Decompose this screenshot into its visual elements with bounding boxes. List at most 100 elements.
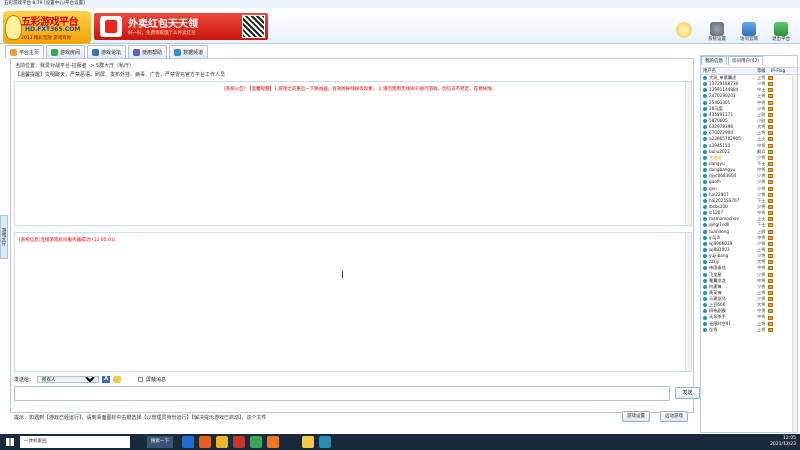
clock-date: 2021/12/23: [770, 442, 796, 447]
main-tabs: 平台主页 游戏房间 游戏论坛 使用帮助 数据频道: [5, 45, 209, 58]
banner-headline: 外卖红包天天领: [128, 19, 198, 30]
rank-badge-icon: [768, 137, 773, 142]
exit-button[interactable]: 退出平台: [768, 22, 794, 50]
app-icon[interactable]: [250, 436, 262, 448]
emoji-icon[interactable]: [113, 375, 122, 383]
vertical-tab-lobby[interactable]: 游戏大厅: [0, 215, 8, 259]
chat-messages-pane[interactable]: [系统公告] 【温馨提醒】1.游戏之前重启一下路由器，有效防掉线掉等现象。 2.…: [14, 81, 692, 226]
exit-icon: [774, 22, 788, 36]
app-logo: 五彩游戏平台 HD.FXT365.COM 2013 精彩无限 游戏有你: [3, 11, 91, 44]
user-list: 大风_单票翼虎 上将 13729188730 少将 13991144884 中士 24702…: [701, 75, 797, 333]
user-avatar-icon: [703, 327, 707, 332]
system-clock[interactable]: 12:05 2021/12/23: [770, 436, 796, 448]
tab-label: 平台主页: [19, 49, 40, 56]
tab-help[interactable]: 使用帮助: [128, 45, 168, 58]
app-icon[interactable]: [319, 436, 331, 448]
user-list-panel: 我的信息 房间用户(42) 用户名 等级 IP-Flag 大风_单票翼虎 上将 13…: [700, 55, 798, 433]
chat-scrollbar[interactable]: [685, 82, 691, 225]
rank-badge-icon: [768, 119, 773, 124]
app-icon[interactable]: [267, 436, 279, 448]
user-avatar-icon: [703, 106, 707, 111]
rank-badge-icon: [768, 217, 773, 222]
start-button[interactable]: [4, 436, 16, 448]
rank-badge-icon: [768, 155, 773, 160]
user-row[interactable]: 在线 上将: [701, 327, 797, 333]
homepage-label: 访问官网: [740, 37, 758, 42]
rank-badge-icon: [768, 260, 773, 265]
rank-badge-icon: [768, 254, 773, 259]
font-format-button[interactable]: A: [102, 375, 111, 383]
user-avatar-icon: [703, 211, 707, 216]
col-username[interactable]: 用户名: [701, 68, 757, 74]
user-level: 上将: [757, 326, 766, 332]
tab-my-info[interactable]: 我的信息: [701, 56, 727, 65]
mute-messages-label: 屏蔽消息: [146, 376, 167, 383]
settings-button[interactable]: 系统设置: [704, 22, 730, 50]
qr-code-icon: [242, 15, 265, 38]
taskbar-search[interactable]: 一体机家园: [20, 436, 130, 448]
app-icon[interactable]: [199, 436, 211, 448]
user-avatar-icon: [703, 162, 707, 167]
mute-messages-checkbox[interactable]: [138, 376, 144, 382]
game-settings-button[interactable]: 游戏设置: [622, 411, 650, 422]
rank-badge-icon: [768, 168, 773, 173]
rank-badge-icon: [768, 94, 773, 99]
user-avatar-icon: [703, 76, 707, 81]
user-avatar-icon: [703, 297, 707, 302]
send-to-select[interactable]: 所有人: [37, 375, 100, 383]
user-avatar-icon: [703, 192, 707, 197]
tab-game-rooms[interactable]: 游戏房间: [46, 45, 86, 58]
rank-badge-icon: [768, 223, 773, 228]
chat-room-panel: 当前位置：我爱对战平台-征服者 -> 5群大厅（私厅） 【温馨提醒】文明聊天，严…: [10, 58, 700, 413]
user-avatar-icon: [703, 155, 707, 160]
rank-badge-icon: [768, 303, 773, 308]
tab-home[interactable]: 平台主页: [5, 45, 45, 58]
sun-icon: [676, 22, 692, 38]
rank-badge-icon: [768, 241, 773, 246]
user-avatar-icon: [703, 321, 707, 326]
user-avatar-icon: [703, 125, 707, 130]
tab-forum[interactable]: 游戏论坛: [87, 45, 127, 58]
taskbar-task[interactable]: 搜索一下: [147, 436, 173, 448]
send-button[interactable]: 发送: [675, 387, 700, 399]
start-game-button[interactable]: 启动游戏: [660, 411, 688, 422]
game-platform-icon[interactable]: [302, 436, 314, 448]
system-log-pane[interactable]: [系统信息]连接游戏房间服务器成功!(12:05:01): [14, 232, 692, 372]
home-icon: [742, 22, 756, 36]
col-level[interactable]: 等级: [757, 68, 771, 74]
logo-slogan: 2013 精彩无限 游戏有你: [21, 36, 72, 41]
red-envelope-icon: [100, 16, 122, 37]
text-cursor: [342, 271, 343, 278]
forum-icon: [92, 48, 100, 56]
rank-badge-icon: [768, 205, 773, 210]
rank-badge-icon: [768, 186, 773, 191]
breadcrumb: 当前位置：我爱对战平台-征服者 -> 5群大厅（私厅）: [15, 63, 135, 69]
user-avatar-icon: [703, 303, 707, 308]
edge-icon[interactable]: [182, 436, 194, 448]
rank-badge-icon: [768, 278, 773, 283]
message-input[interactable]: [14, 386, 670, 401]
rank-badge-icon: [768, 284, 773, 289]
folder-icon[interactable]: [216, 436, 228, 448]
user-avatar-icon: [703, 290, 707, 295]
rank-badge-icon: [768, 315, 773, 320]
rank-badge-icon: [768, 143, 773, 148]
log-scrollbar[interactable]: [685, 233, 691, 371]
tab-room-users[interactable]: 房间用户(42): [728, 56, 764, 65]
app-header: 五彩游戏平台 HD.FXT365.COM 2013 精彩无限 游戏有你 外卖红包…: [0, 8, 800, 44]
user-avatar-icon: [703, 180, 707, 185]
rank-badge-icon: [768, 327, 773, 332]
user-avatar-icon: [703, 254, 707, 259]
data-icon: [174, 48, 182, 56]
app-icon[interactable]: [233, 436, 245, 448]
user-avatar-icon: [703, 241, 707, 246]
homepage-button[interactable]: 访问官网: [736, 22, 762, 50]
user-list-scrollbar[interactable]: [792, 76, 797, 432]
user-avatar-icon: [703, 266, 707, 271]
user-avatar-icon: [703, 223, 707, 228]
rank-badge-icon: [768, 100, 773, 105]
ad-banner[interactable]: 外卖红包天天领 扫一扫，免费领取饿了么外卖红包: [94, 13, 268, 40]
tab-data-channel[interactable]: 数据频道: [169, 45, 209, 58]
col-ipflag[interactable]: IP-Flag: [771, 68, 785, 74]
user-avatar-icon: [703, 278, 707, 283]
